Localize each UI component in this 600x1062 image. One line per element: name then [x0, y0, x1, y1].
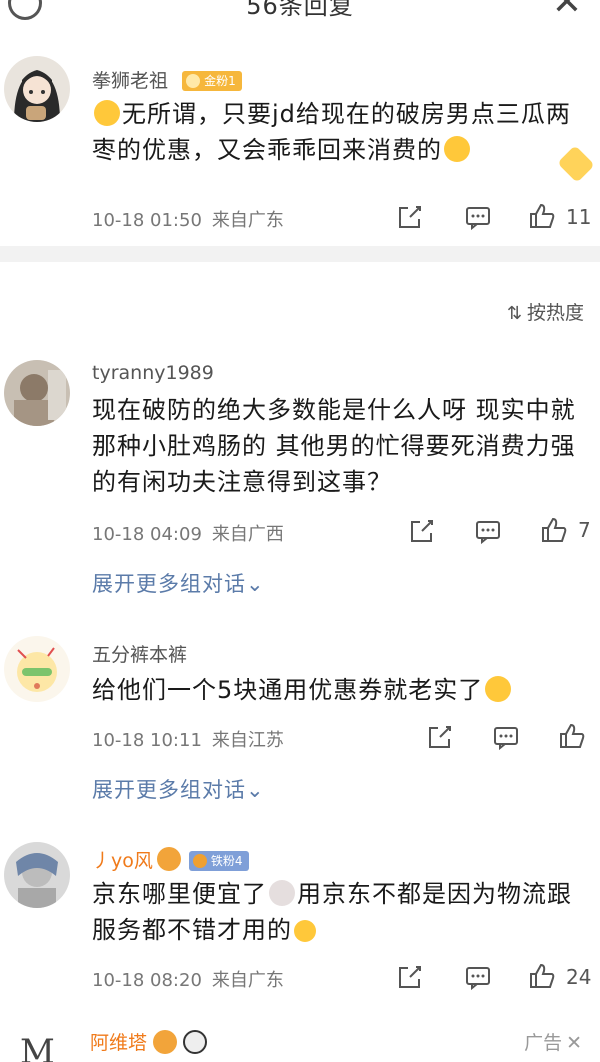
like-icon[interactable] — [528, 202, 556, 230]
ad-account[interactable]: 阿维塔 — [90, 1028, 208, 1055]
iron-fan-icon — [192, 854, 207, 868]
comment-location: 来自江苏 — [211, 730, 284, 751]
comment-time: 10-18 08:20 — [92, 970, 202, 991]
ad-row: M 阿维塔 广告 ✕ — [0, 1018, 600, 1062]
comment-text-content: 无所谓，只要jd给现在的破房男点三瓜两枣的优惠，又会乖乖回来消费的 — [92, 100, 571, 164]
reply-icon[interactable] — [464, 963, 492, 991]
username[interactable]: 丿yo风 铁粉4 — [92, 846, 249, 873]
username[interactable]: 拳狮老祖 金粉1 — [92, 66, 242, 93]
comment-location: 来自广西 — [211, 524, 284, 545]
crown-icon — [186, 74, 201, 88]
comment-meta: 10-18 08:20 来自广东 — [92, 966, 284, 992]
share-icon[interactable] — [396, 203, 424, 231]
reply-icon[interactable] — [492, 723, 520, 751]
avatar[interactable] — [4, 842, 70, 908]
avatar[interactable] — [4, 56, 70, 122]
comment-time: 10-18 04:09 — [92, 524, 202, 545]
avatar[interactable] — [4, 636, 70, 702]
expand-conversation-link[interactable]: 展开更多组对话⌄ — [92, 774, 265, 804]
comment-text-part-1: 京东哪里便宜了 — [92, 880, 267, 908]
comment-time: 10-18 01:50 — [92, 210, 202, 231]
comment-time: 10-18 10:11 — [92, 730, 202, 751]
comment-meta: 10-18 10:11 来自江苏 — [92, 726, 284, 752]
dog-emoji-icon — [269, 880, 295, 906]
sort-icon: ⇅ — [506, 303, 523, 324]
like-count: 11 — [566, 205, 592, 229]
comment-meta: 10-18 01:50 来自广东 — [92, 206, 284, 232]
ad-logo[interactable]: M — [20, 1032, 55, 1062]
username[interactable]: tyranny1989 — [92, 362, 214, 384]
sort-label: 按热度 — [526, 302, 584, 324]
expand-conversation-link[interactable]: 展开更多组对话⌄ — [92, 568, 265, 598]
thinking-emoji-icon — [444, 136, 470, 162]
ad-close-icon[interactable]: ✕ — [566, 1032, 582, 1054]
ad-label: 广告 ✕ — [524, 1028, 582, 1055]
comment-text: 京东哪里便宜了 用京东不都是因为物流跟服务都不错才用的 — [92, 876, 582, 948]
page-title: 56条回复 — [246, 0, 354, 20]
fan-badge-label: 金粉1 — [204, 74, 236, 88]
like-icon[interactable] — [528, 962, 556, 990]
like-count: 24 — [566, 965, 592, 989]
share-icon[interactable] — [408, 517, 436, 545]
sort-by-heat-button[interactable]: ⇅ 按热度 — [507, 298, 584, 325]
reply-icon[interactable] — [474, 517, 502, 545]
share-icon[interactable] — [426, 723, 454, 751]
comment-location: 来自广东 — [211, 970, 284, 991]
comment-text: 给他们一个5块通用优惠券就老实了 — [92, 672, 582, 708]
like-icon[interactable] — [540, 516, 568, 544]
fan-badge[interactable]: 铁粉4 — [188, 851, 249, 871]
reply-icon[interactable] — [464, 203, 492, 231]
grimace-emoji-icon — [294, 920, 316, 942]
username-text: 丿yo风 — [92, 850, 153, 872]
medal-icon — [156, 847, 181, 871]
fan-badge[interactable]: 金粉1 — [182, 71, 242, 91]
comment-text: 无所谓，只要jd给现在的破房男点三瓜两枣的优惠，又会乖乖回来消费的 — [92, 96, 582, 168]
top-bar: 56条回复 ✕ — [0, 0, 600, 24]
comment-location: 来自广东 — [211, 210, 284, 231]
ad-account-name: 阿维塔 — [90, 1032, 148, 1054]
crying-emoji-icon — [485, 676, 512, 702]
comment-meta: 10-18 04:09 来自广西 — [92, 520, 284, 546]
comment-text: 现在破防的绝大多数能是什么人呀 现实中就那种小肚鸡肠的 其他男的忙得要死消费力强… — [92, 396, 576, 496]
share-icon[interactable] — [396, 963, 424, 991]
section-divider — [0, 246, 600, 262]
ad-label-text: 广告 — [524, 1032, 563, 1054]
panda-icon — [183, 1030, 208, 1054]
like-count: 7 — [578, 518, 591, 542]
fan-badge-label: 铁粉4 — [210, 854, 243, 868]
username-text: 拳狮老祖 — [92, 70, 169, 92]
scream-emoji-icon — [94, 100, 120, 126]
close-icon[interactable]: ✕ — [552, 0, 582, 23]
like-icon[interactable] — [558, 722, 586, 750]
comment-text-content: 给他们一个5块通用优惠券就老实了 — [92, 676, 484, 704]
username[interactable]: 五分裤本裤 — [92, 640, 187, 667]
avatar[interactable] — [4, 360, 70, 426]
medal-icon — [153, 1030, 178, 1054]
